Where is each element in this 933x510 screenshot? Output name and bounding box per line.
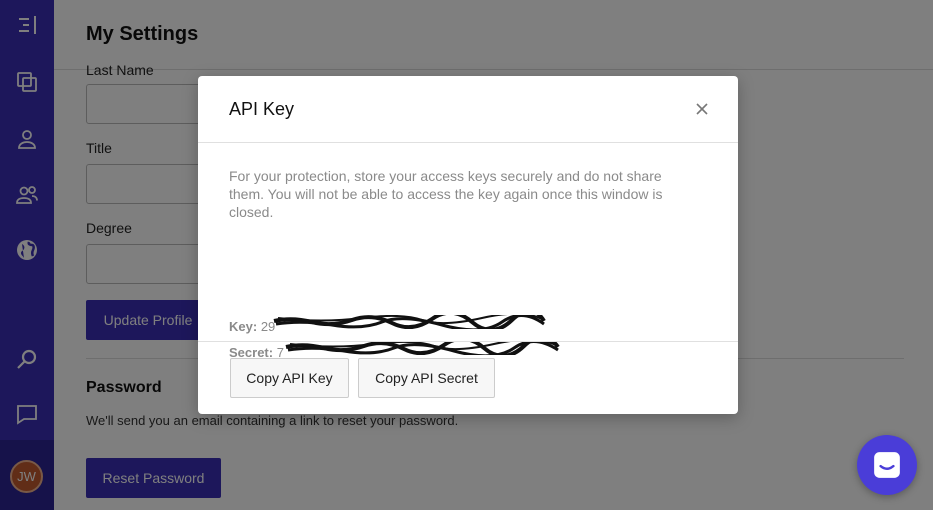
modal-header: API Key [198, 76, 738, 143]
api-key-value: 29 [260, 319, 276, 334]
modal-title: API Key [229, 99, 295, 119]
api-key-modal: API Key For your protection, store your … [198, 76, 738, 414]
chat-launcher-button[interactable] [857, 435, 917, 495]
key-redaction-scribble [273, 315, 546, 329]
copy-api-key-button[interactable]: Copy API Key [230, 358, 349, 398]
modal-body: For your protection, store your access k… [198, 143, 738, 360]
copy-api-secret-button[interactable]: Copy API Secret [358, 358, 495, 398]
api-key-row: Key: 29 [229, 319, 275, 334]
api-key-label: Key: [229, 319, 258, 334]
chat-launcher-icon [874, 452, 900, 478]
close-icon[interactable] [694, 101, 710, 117]
modal-description: For your protection, store your access k… [229, 168, 663, 220]
modal-footer: Copy API Key Copy API Secret [198, 341, 738, 414]
